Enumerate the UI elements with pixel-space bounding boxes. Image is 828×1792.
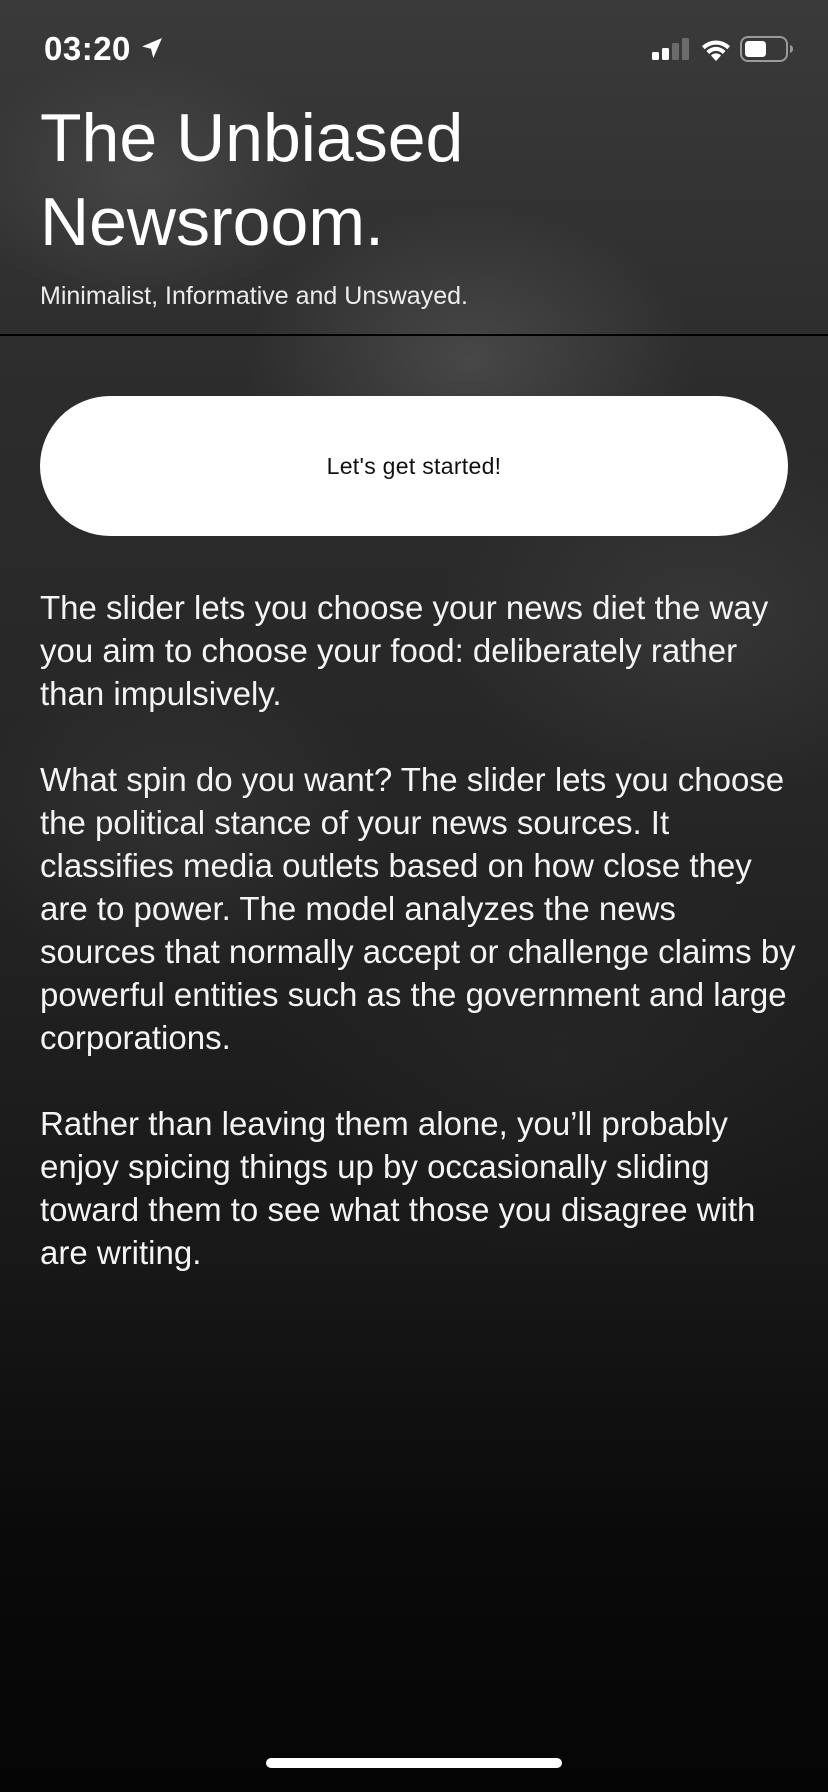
location-icon [142, 38, 162, 58]
intro-paragraph: Rather than leaving them alone, you’ll p… [40, 1105, 756, 1271]
header-divider [0, 334, 828, 336]
battery-icon [740, 36, 793, 62]
app-title: The Unbiased Newsroom. [40, 100, 464, 260]
intro-paragraph: The slider lets you choose your news die… [40, 589, 769, 712]
intro-text: The slider lets you choose your news die… [40, 586, 800, 1317]
intro-paragraph: What spin do you want? The slider lets y… [40, 761, 796, 1056]
home-indicator[interactable] [266, 1758, 562, 1768]
status-bar: 03:20 [0, 0, 828, 100]
wifi-icon [702, 40, 730, 61]
get-started-button[interactable]: Let's get started! [40, 396, 788, 536]
status-time: 03:20 [44, 30, 131, 67]
signal-icon [652, 38, 689, 60]
app-subtitle: Minimalist, Informative and Unswayed. [40, 282, 468, 310]
